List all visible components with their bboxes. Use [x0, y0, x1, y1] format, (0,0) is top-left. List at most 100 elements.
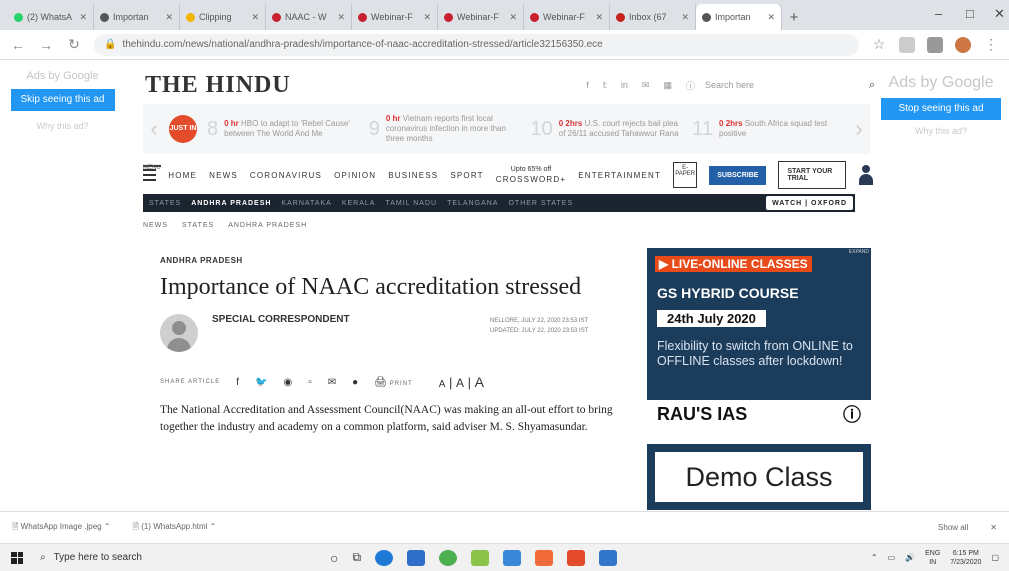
bookmark-star-icon[interactable]: ☆ [871, 36, 887, 53]
subscribe-button[interactable]: SUBSCRIBE [709, 165, 767, 185]
facebook-icon[interactable]: f [236, 377, 239, 388]
chrome-icon[interactable] [439, 549, 458, 566]
print-button[interactable]: 🖨 PRINT [374, 377, 412, 388]
state-karnataka[interactable]: KARNATAKA [281, 200, 331, 207]
rau-ias-ad[interactable]: EXPAND ▶ LIVE-ONLINE CLASSES GS HYBRID C… [647, 248, 871, 428]
network-icon[interactable]: ▭ [888, 553, 896, 562]
stop-ad-button[interactable]: Stop seeing this ad [881, 98, 1001, 120]
close-window-icon[interactable]: ✕ [994, 6, 1005, 22]
close-icon[interactable]: ✕ [509, 12, 517, 23]
nav-item-entertainment[interactable]: ENTERTAINMENT [578, 171, 661, 180]
user-account-icon[interactable] [858, 165, 873, 185]
email-icon[interactable]: ✉ [642, 80, 650, 91]
show-all-downloads[interactable]: Show all [938, 523, 968, 532]
site-logo[interactable]: THE HINDU [145, 72, 291, 99]
section-label[interactable]: ANDHRA PRADESH [160, 256, 620, 265]
chevron-up-icon[interactable]: ⌃ [871, 553, 878, 562]
extension-icon[interactable] [899, 36, 915, 53]
watch-button[interactable]: WATCH | OXFORD [766, 196, 853, 210]
close-icon[interactable]: ✕ [681, 12, 689, 23]
nav-item-news[interactable]: NEWS [209, 171, 238, 180]
email-icon[interactable]: ✉ [328, 377, 336, 388]
task-view-icon[interactable]: ⧉ [352, 550, 361, 565]
input-language[interactable]: ENG IN [925, 549, 940, 567]
puzzle-icon[interactable] [927, 36, 943, 53]
close-icon[interactable]: ✕ [79, 12, 87, 23]
windows-start-button[interactable] [0, 551, 34, 564]
linkedin-icon[interactable]: in [621, 80, 628, 90]
minimize-icon[interactable]: – [935, 6, 942, 21]
kebab-menu-icon[interactable]: ⋮ [983, 36, 999, 53]
font-small-button[interactable]: A [439, 379, 446, 390]
browser-tab[interactable]: Webinar-F ✕ [524, 4, 610, 30]
info-icon[interactable]: ⓘ [843, 401, 861, 427]
browser-tab[interactable]: Clipping ✕ [180, 4, 266, 30]
close-icon[interactable]: ✕ [990, 523, 997, 532]
font-large-button[interactable]: A [475, 374, 484, 390]
clock[interactable]: 6:15 PM 7/23/2020 [950, 549, 981, 567]
ticker-item[interactable]: 9 0 hr Vietnam reports first local coron… [363, 114, 525, 144]
reload-icon[interactable]: ↻ [66, 36, 82, 53]
info-icon[interactable]: ⓘ [686, 79, 695, 92]
browser-tab[interactable]: Webinar-F ✕ [438, 4, 524, 30]
reddit-icon[interactable]: ◉ [283, 377, 292, 388]
state-kerala[interactable]: KERALA [342, 200, 376, 207]
photos-icon[interactable] [535, 549, 554, 566]
ticker-item[interactable]: 11 0 2hrs South Africa squad test positi… [686, 118, 848, 141]
rss-icon[interactable]: ▦ [663, 80, 672, 91]
ticker-item[interactable]: 8 0 hr HBO to adapt to 'Rebel Cause' bet… [201, 118, 363, 141]
demo-class-ad[interactable]: Demo Class [647, 444, 871, 510]
why-this-ad-link[interactable]: Why this ad? [876, 126, 1006, 136]
state-telangana[interactable]: TELANGANA [447, 200, 498, 207]
maximize-icon[interactable]: □ [966, 6, 974, 21]
nav-item-business[interactable]: BUSINESS [388, 171, 438, 180]
expand-label[interactable]: EXPAND [849, 249, 869, 255]
chevron-right-icon[interactable]: › [848, 116, 870, 142]
twitter-icon[interactable]: 𝕥 [603, 80, 607, 91]
taskbar-search[interactable]: ⌕ Type here to search [34, 544, 282, 571]
close-icon[interactable]: ✕ [251, 12, 259, 23]
nav-item-opinion[interactable]: OPINION [334, 171, 376, 180]
hamburger-menu-icon[interactable]: MENU [143, 165, 161, 184]
breadcrumb-item[interactable]: NEWS [143, 222, 168, 229]
browser-tab[interactable]: Importan ✕ [696, 4, 782, 30]
url-input[interactable]: 🔒 thehindu.com/news/national/andhra-prad… [94, 33, 859, 56]
back-icon[interactable]: ← [10, 37, 26, 53]
start-trial-button[interactable]: START YOUR TRIAL [778, 161, 847, 189]
close-icon[interactable]: ✕ [595, 12, 603, 23]
volume-icon[interactable]: 🔊 [905, 553, 915, 562]
browser-tab[interactable]: NAAC - W ✕ [266, 4, 352, 30]
notifications-icon[interactable]: ▢ [991, 553, 999, 562]
search-icon[interactable]: ⌕ [869, 79, 875, 92]
maps-icon[interactable] [471, 549, 490, 566]
state-andhra-pradesh[interactable]: ANDHRA PRADESH [191, 200, 271, 207]
twitter-icon[interactable]: 🐦 [255, 377, 267, 388]
linkedin-icon[interactable]: ▫ [308, 377, 312, 388]
breadcrumb-item[interactable]: ANDHRA PRADESH [228, 222, 307, 229]
explorer-icon[interactable] [599, 549, 618, 566]
browser-tab[interactable]: Importan ✕ [94, 4, 180, 30]
cortana-icon[interactable]: ○ [330, 550, 338, 566]
site-search[interactable]: Search here ⌕ [705, 79, 875, 92]
nav-item-coronavirus[interactable]: CORONAVIRUS [250, 171, 322, 180]
nav-item-home[interactable]: HOME [168, 171, 197, 180]
why-this-ad-link[interactable]: Why this ad? [0, 121, 125, 131]
comment-icon[interactable]: ● [352, 377, 358, 388]
edge-icon[interactable] [375, 549, 394, 566]
office-icon[interactable] [567, 549, 586, 566]
download-item[interactable]: 🗎 (1) WhatsApp.html ⌃ [133, 521, 217, 535]
forward-icon[interactable]: → [38, 37, 54, 53]
search-input[interactable]: Search here [705, 80, 754, 90]
close-icon[interactable]: ✕ [423, 12, 431, 23]
taskbar-search-input[interactable]: Type here to search [54, 552, 142, 563]
state-other[interactable]: OTHER STATES [508, 200, 573, 207]
offer-promo[interactable]: Upto 65% off [511, 166, 551, 174]
epaper-icon[interactable]: E-PAPER [673, 162, 698, 188]
close-icon[interactable]: ✕ [767, 12, 775, 23]
download-item[interactable]: 🗎 WhatsApp Image .jpeg ⌃ [12, 521, 111, 535]
font-medium-button[interactable]: A [456, 376, 464, 390]
browser-tab[interactable]: (2) WhatsA ✕ [8, 4, 94, 30]
nav-item-crossword[interactable]: CROSSWORD+ [496, 175, 566, 184]
states-menu[interactable]: STATES [149, 200, 181, 207]
skip-ad-button[interactable]: Skip seeing this ad [10, 89, 115, 111]
